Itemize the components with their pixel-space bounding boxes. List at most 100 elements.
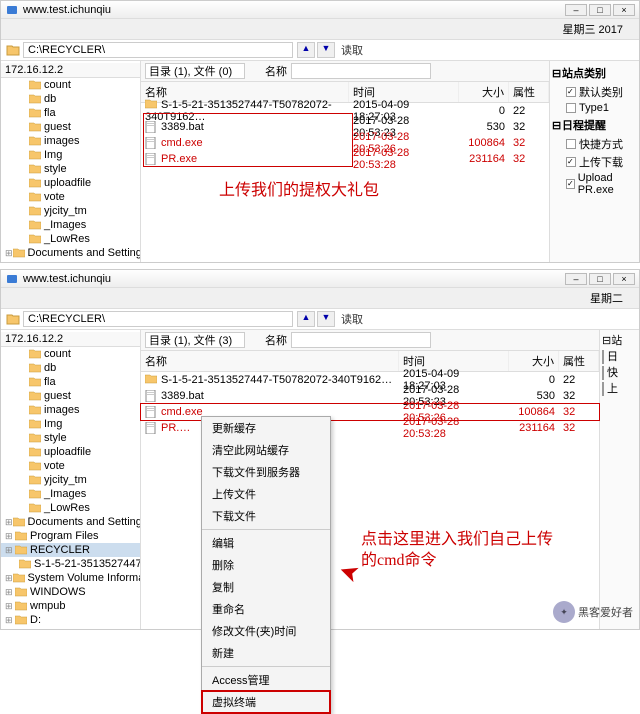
checkbox-icon[interactable] (602, 366, 604, 380)
side-item[interactable]: 快捷方式 (552, 135, 637, 153)
tree-item[interactable]: vote (1, 190, 140, 204)
tree-item[interactable]: guest (1, 389, 140, 403)
context-menu-item[interactable]: 复制 (202, 576, 330, 598)
nav-dropdown-button[interactable]: ▼ (317, 311, 335, 327)
tree-item[interactable]: fla (1, 375, 140, 389)
col-name[interactable]: 名称 (141, 351, 399, 371)
tree-item[interactable]: guest (1, 120, 140, 134)
tree-item[interactable]: ⊞RECYCLER (1, 543, 140, 557)
minimize-button[interactable]: – (565, 273, 587, 285)
tree-item[interactable]: S-1-5-21-3513527447-T50782072-3 (1, 557, 140, 571)
col-attr[interactable]: 属性 (509, 82, 549, 102)
path-input[interactable] (23, 311, 293, 327)
filter-input[interactable] (145, 63, 245, 79)
checkbox-icon[interactable] (566, 179, 575, 189)
tree-item[interactable]: db (1, 361, 140, 375)
nav-up-button[interactable]: ▲ (297, 311, 315, 327)
tree-item[interactable]: ⊞System Volume Information (1, 571, 140, 585)
checkbox-icon[interactable] (566, 87, 576, 97)
tree-item[interactable]: count (1, 78, 140, 92)
folder-icon (15, 545, 27, 555)
side-item[interactable]: 快 (602, 364, 637, 380)
filter-input[interactable] (145, 332, 245, 348)
folder-icon (29, 363, 41, 373)
tree-item[interactable]: ⊞Program Files (1, 529, 140, 543)
tree-item[interactable]: style (1, 162, 140, 176)
nav-dropdown-button[interactable]: ▼ (317, 42, 335, 58)
context-menu-item[interactable]: Access管理 (202, 669, 330, 691)
context-menu-item[interactable]: 虚拟终端 (202, 691, 330, 713)
tree-label: images (44, 404, 79, 416)
context-menu-item[interactable]: 重命名 (202, 598, 330, 620)
context-menu-item[interactable]: 更新缓存 (202, 417, 330, 439)
path-input[interactable] (23, 42, 293, 58)
close-button[interactable]: × (613, 273, 635, 285)
checkbox-icon[interactable] (602, 350, 604, 364)
tree-item[interactable]: Img (1, 148, 140, 162)
read-button[interactable]: 读取 (335, 42, 369, 58)
tree-item[interactable]: count (1, 347, 140, 361)
minimize-button[interactable]: – (565, 4, 587, 16)
tree-item[interactable]: fla (1, 106, 140, 120)
side-header2[interactable]: 日程提醒 (562, 117, 606, 133)
tree-item[interactable]: _Images (1, 218, 140, 232)
context-menu-item[interactable]: 下载文件 (202, 505, 330, 527)
side-header[interactable]: 站点类别 (562, 65, 606, 81)
checkbox-icon[interactable] (566, 103, 576, 113)
side-item[interactable]: 上传下载 (552, 153, 637, 171)
tree-item[interactable]: _Images (1, 487, 140, 501)
context-menu-item[interactable]: 上传文件 (202, 483, 330, 505)
tree-item[interactable]: Img (1, 417, 140, 431)
folder-tree[interactable]: 172.16.12.2 countdbflaguestimagesImgstyl… (1, 61, 141, 262)
watermark-icon: ✦ (553, 601, 575, 623)
tree-item[interactable]: ⊞WINDOWS (1, 585, 140, 599)
checkbox-icon[interactable] (602, 382, 604, 396)
context-menu[interactable]: 更新缓存清空此网站缓存下载文件到服务器上传文件下载文件编辑删除复制重命名修改文件… (201, 416, 331, 714)
col-attr[interactable]: 属性 (559, 351, 599, 371)
side-item[interactable]: Type1 (552, 101, 637, 115)
side-item[interactable]: 日 (602, 348, 637, 364)
tree-label: uploadfile (44, 446, 91, 458)
tree-item[interactable]: uploadfile (1, 445, 140, 459)
nav-up-button[interactable]: ▲ (297, 42, 315, 58)
col-size[interactable]: 大小 (459, 82, 509, 102)
folder-tree[interactable]: 172.16.12.2 countdbflaguestimagesImgstyl… (1, 330, 141, 629)
context-menu-item[interactable]: 编辑 (202, 532, 330, 554)
name-filter-input[interactable] (291, 63, 431, 79)
read-button[interactable]: 读取 (335, 311, 369, 327)
side-item[interactable]: 默认类别 (552, 83, 637, 101)
tree-item[interactable]: ⊞Documents and Settings (1, 246, 140, 260)
file-row[interactable]: S-1-5-21-3513527447-T50782072-340T9162…2… (141, 372, 599, 388)
tree-item[interactable]: images (1, 134, 140, 148)
tree-item[interactable]: style (1, 431, 140, 445)
tree-item[interactable]: uploadfile (1, 176, 140, 190)
context-menu-item[interactable]: 清空此网站缓存 (202, 439, 330, 461)
close-button[interactable]: × (613, 4, 635, 16)
checkbox-icon[interactable] (566, 157, 576, 167)
file-row[interactable]: 3389.bat2017-03-28 20:53:2353032 (141, 388, 599, 404)
tree-item[interactable]: yjcity_tm (1, 473, 140, 487)
tree-item[interactable]: vote (1, 459, 140, 473)
tree-item[interactable]: _LowRes (1, 232, 140, 246)
side-item[interactable]: Upload PR.exe (552, 171, 637, 197)
tree-item[interactable]: images (1, 403, 140, 417)
tree-item[interactable]: ⊞Documents and Settings (1, 515, 140, 529)
context-menu-item[interactable]: 删除 (202, 554, 330, 576)
file-name: 3389.bat (161, 390, 204, 402)
col-size[interactable]: 大小 (509, 351, 559, 371)
tree-item[interactable]: ⊞wmpub (1, 599, 140, 613)
checkbox-icon[interactable] (566, 139, 576, 149)
tree-item[interactable]: ⊞D: (1, 613, 140, 627)
file-size: 100864 (459, 137, 509, 149)
tree-item[interactable]: yjcity_tm (1, 204, 140, 218)
context-menu-item[interactable]: 下载文件到服务器 (202, 461, 330, 483)
context-menu-item[interactable]: 修改文件(夹)时间 (202, 620, 330, 642)
tree-item[interactable]: _LowRes (1, 501, 140, 515)
context-menu-item[interactable]: 新建 (202, 642, 330, 664)
side-item[interactable]: 上 (602, 380, 637, 396)
maximize-button[interactable]: □ (589, 273, 611, 285)
name-filter-input[interactable] (291, 332, 431, 348)
maximize-button[interactable]: □ (589, 4, 611, 16)
tree-item[interactable]: db (1, 92, 140, 106)
side-hdr-icon: 站 (611, 335, 622, 347)
